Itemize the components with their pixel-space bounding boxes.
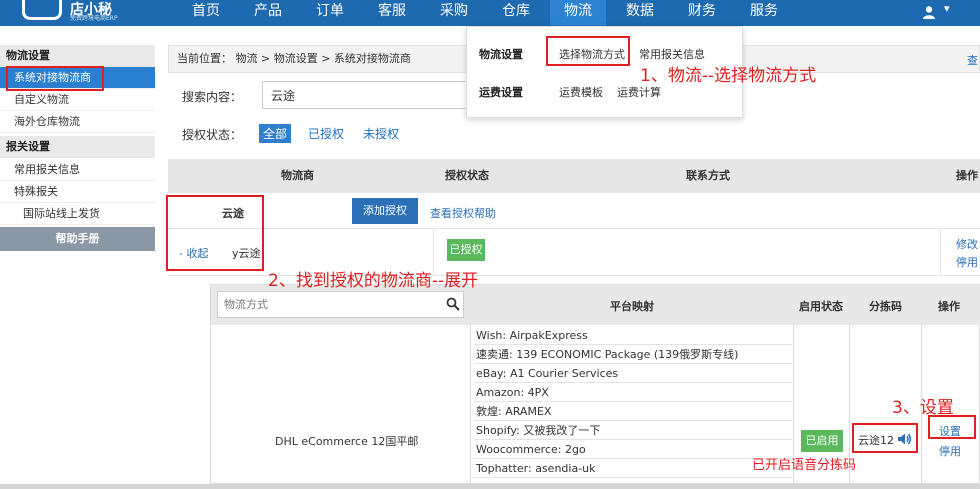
annotation-voice-note: 已开启语音分拣码 <box>752 458 857 473</box>
user-icon[interactable] <box>922 5 936 19</box>
add-auth-button[interactable]: 添加授权 <box>352 198 418 224</box>
nav-data[interactable]: 数据 <box>612 0 668 26</box>
sidebar-item-custom-logistics[interactable]: 自定义物流 <box>0 89 155 111</box>
col-auth-status: 授权状态 <box>445 169 489 182</box>
menu-item-freight-template[interactable]: 运费模板 <box>559 84 603 100</box>
column-divider <box>470 325 471 484</box>
annotation-step1: 1、物流--选择物流方式 <box>640 66 817 86</box>
disable-account-link[interactable]: 停用 <box>956 254 978 270</box>
sidebar-item-overseas-warehouse[interactable]: 海外仓库物流 <box>0 111 155 133</box>
carrier-row <box>168 193 980 229</box>
mapping-row: Tophatter: asendia-uk <box>474 459 792 478</box>
sidebar-item-customs-info[interactable]: 常用报关信息 <box>0 159 155 181</box>
brand-tagline: 免费跨境电商ERP <box>70 15 118 22</box>
sidebar-item-intl-shipping[interactable]: 国际站线上发货 <box>0 203 155 225</box>
edit-link[interactable]: 修改 <box>956 236 978 252</box>
sidebar-head-logistics: 物流设置 <box>0 45 155 67</box>
mapping-row: Wish: AirpakExpress <box>474 326 792 345</box>
bottom-scrollbar[interactable] <box>0 484 980 489</box>
auth-tab-unauthorized[interactable]: 未授权 <box>359 124 403 143</box>
col-method-actions: 操作 <box>938 300 960 313</box>
col-sort-code: 分拣码 <box>869 300 902 313</box>
highlight-box-sidebar <box>6 66 104 91</box>
menu-item-freight-calc[interactable]: 运费计算 <box>617 84 661 100</box>
auth-tab-authorized[interactable]: 已授权 <box>304 124 348 143</box>
mapping-row: eBay: A1 Courier Services <box>474 364 792 383</box>
col-carrier: 物流商 <box>281 169 314 182</box>
menu-item-customs-info[interactable]: 常用报关信息 <box>639 46 705 62</box>
auth-tab-all[interactable]: 全部 <box>259 124 292 143</box>
col-platform-mapping: 平台映射 <box>610 300 654 313</box>
column-divider <box>940 230 941 276</box>
nav-finance[interactable]: 财务 <box>674 0 730 26</box>
highlight-box-sort-code <box>852 423 918 453</box>
search-input[interactable] <box>262 81 472 109</box>
breadcrumb-right-link[interactable]: 查 <box>967 52 978 68</box>
nav-logistics[interactable]: 物流 <box>550 0 606 26</box>
search-label: 搜索内容： <box>182 90 243 104</box>
nav-orders[interactable]: 订单 <box>302 0 358 26</box>
mapping-row: Shopify: 又被我改了一下 <box>474 421 792 440</box>
col-actions: 操作 <box>956 169 978 182</box>
shipping-method-search-input[interactable] <box>217 291 464 318</box>
nav-purchase[interactable]: 采购 <box>426 0 482 26</box>
enabled-badge: 已启用 <box>801 430 843 452</box>
mapping-row: 敦煌: ARAMEX <box>474 402 792 421</box>
nav-products[interactable]: 产品 <box>240 0 296 26</box>
nav-services[interactable]: 服务 <box>736 0 792 26</box>
highlight-box-select-method <box>546 36 630 66</box>
annotation-step3: 3、设置 <box>892 398 954 418</box>
auth-status-label: 授权状态： <box>182 128 243 142</box>
mapping-row: 速卖通: 139 ECONOMIC Package (139俄罗斯专线) <box>474 345 792 364</box>
logo-icon[interactable] <box>22 0 62 20</box>
sidebar-head-customs: 报关设置 <box>0 136 155 158</box>
nav-warehouse[interactable]: 仓库 <box>488 0 544 26</box>
auth-help-link[interactable]: 查看授权帮助 <box>430 205 496 221</box>
mapping-row: Amazon: 4PX <box>474 383 792 402</box>
mapping-row: Woocommerce: 2go <box>474 440 792 459</box>
highlight-box-carrier <box>166 195 264 271</box>
col-enable-status: 启用状态 <box>799 300 843 313</box>
search-icon[interactable] <box>446 297 460 311</box>
chevron-down-icon[interactable]: ▾ <box>944 2 950 15</box>
highlight-box-settings <box>928 415 976 439</box>
help-manual-button[interactable]: 帮助手册 <box>0 227 155 251</box>
dropdown-head-logistics: 物流设置 <box>479 48 523 61</box>
nav-home[interactable]: 首页 <box>178 0 234 26</box>
nav-service[interactable]: 客服 <box>364 0 420 26</box>
col-contact: 联系方式 <box>686 169 730 182</box>
authorized-badge: 已授权 <box>447 239 485 261</box>
annotation-step2: 2、找到授权的物流商--展开 <box>268 271 479 291</box>
disable-method-link[interactable]: 停用 <box>939 443 961 459</box>
sidebar-item-special-customs[interactable]: 特殊报关 <box>0 181 155 203</box>
table-header: 物流商 授权状态 联系方式 操作 <box>168 159 980 193</box>
dropdown-head-freight: 运费设置 <box>479 86 523 99</box>
shipping-method-name: DHL eCommerce 12国平邮 <box>275 435 419 448</box>
